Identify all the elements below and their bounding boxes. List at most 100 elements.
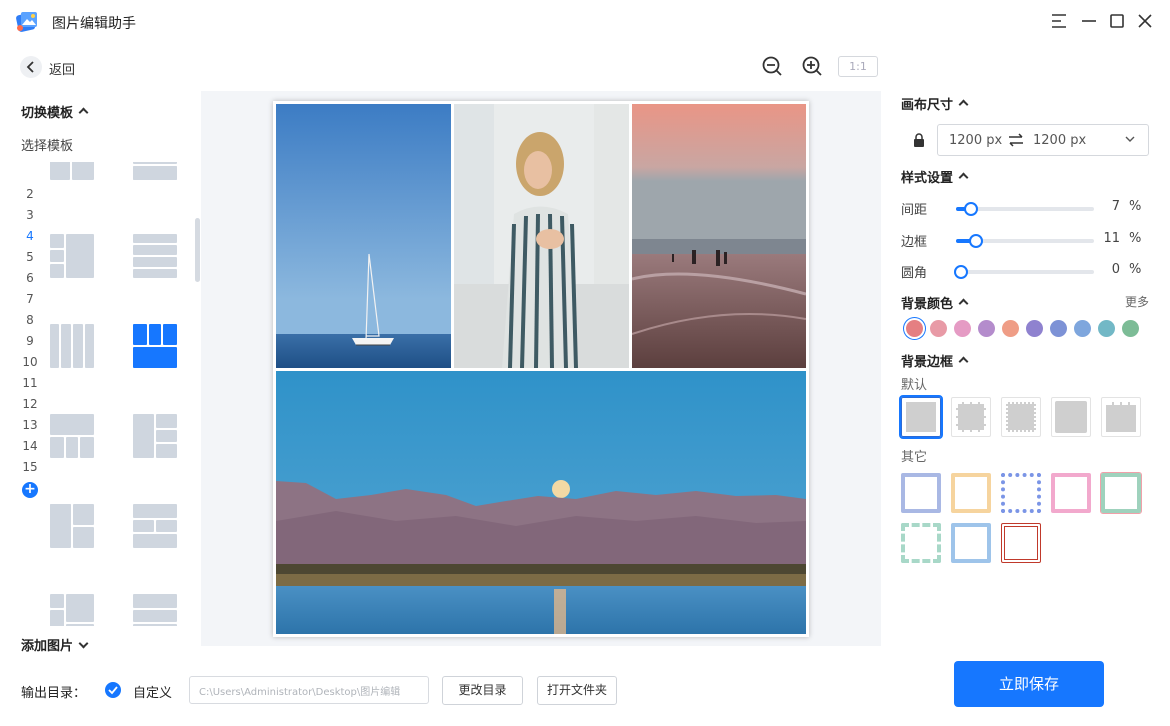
canvas-height-value: 1200 px — [1033, 133, 1087, 148]
open-folder-button[interactable]: 打开文件夹 — [537, 676, 617, 705]
slider-label: 圆角 — [901, 266, 928, 281]
image-count-item[interactable]: 2 — [18, 186, 42, 207]
template-scrollbar[interactable] — [195, 218, 200, 282]
image-count-item[interactable]: 6 — [18, 270, 42, 291]
add-images-toggle[interactable]: 添加图片 — [21, 635, 89, 654]
image-count-item[interactable]: 5 — [18, 249, 42, 270]
color-swatch[interactable] — [1002, 320, 1019, 337]
style-settings-toggle[interactable]: 样式设置 — [901, 167, 969, 186]
canvas-width-value: 1200 px — [949, 133, 1003, 148]
frame-blue[interactable] — [901, 473, 941, 513]
back-button[interactable] — [20, 56, 42, 78]
template-option[interactable] — [50, 162, 94, 180]
slider-track[interactable] — [956, 202, 1094, 216]
bg-frame-toggle[interactable]: 背景边框 — [901, 351, 969, 370]
template-option[interactable] — [50, 234, 94, 278]
image-count-item[interactable]: 15 — [18, 459, 42, 480]
close-icon[interactable] — [1136, 12, 1154, 30]
template-option[interactable] — [50, 594, 94, 626]
template-option-selected[interactable] — [133, 324, 177, 368]
menu-icon[interactable] — [1050, 12, 1068, 30]
swap-icon[interactable] — [1008, 133, 1024, 147]
slider-knob[interactable] — [963, 202, 978, 216]
frame-pink[interactable] — [1051, 473, 1091, 513]
image-count-item[interactable]: 3 — [18, 207, 42, 228]
slider-knob[interactable] — [954, 265, 968, 279]
change-dir-button[interactable]: 更改目录 — [442, 676, 523, 705]
color-swatch[interactable] — [954, 320, 971, 337]
photo-sailboat[interactable] — [276, 104, 451, 368]
save-now-button[interactable]: 立即保存 — [954, 661, 1104, 707]
frame-default-jagged[interactable] — [1001, 397, 1041, 437]
color-swatch[interactable] — [1050, 320, 1067, 337]
canvas-size-select[interactable]: 1200 px 1200 px — [937, 124, 1149, 156]
frame-floral[interactable] — [1100, 472, 1142, 514]
template-option[interactable] — [50, 414, 94, 458]
photo-mountain-lake[interactable] — [276, 371, 806, 634]
default-frames-label: 默认 — [901, 378, 928, 393]
back-label[interactable]: 返回 — [49, 59, 75, 78]
color-swatch[interactable] — [1122, 320, 1139, 337]
zoom-out-icon[interactable] — [761, 55, 783, 77]
frame-light-blue[interactable] — [951, 523, 991, 563]
slider-label: 间距 — [901, 203, 928, 218]
slider-unit: % — [1129, 199, 1142, 214]
maximize-icon[interactable] — [1108, 12, 1126, 30]
frame-red[interactable] — [1001, 523, 1041, 563]
title-bar: 图片编辑助手 — [0, 0, 1170, 42]
image-count-item[interactable]: 8 — [18, 312, 42, 333]
frame-default-plain[interactable] — [899, 395, 943, 439]
output-path-input[interactable] — [189, 676, 429, 704]
add-count-button[interactable]: + — [22, 482, 38, 498]
color-swatch[interactable] — [906, 320, 923, 337]
template-option[interactable] — [133, 162, 177, 180]
template-option[interactable] — [133, 414, 177, 458]
slider-track[interactable] — [954, 265, 1094, 279]
bg-color-title: 背景颜色 — [901, 297, 954, 312]
frame-blue-dotted[interactable] — [1001, 473, 1041, 513]
image-count-item[interactable]: 13 — [18, 417, 42, 438]
color-swatch[interactable] — [1026, 320, 1043, 337]
lock-icon[interactable] — [913, 133, 925, 147]
canvas-size-toggle[interactable]: 画布尺寸 — [901, 94, 969, 113]
slider-value: 7 — [1111, 199, 1120, 214]
image-count-item[interactable]: 12 — [18, 396, 42, 417]
frame-default-stamp[interactable] — [951, 397, 991, 437]
frame-mint[interactable] — [901, 523, 941, 563]
image-count-item[interactable]: 7 — [18, 291, 42, 312]
slider-knob[interactable] — [969, 234, 984, 248]
image-count-item[interactable]: 9 — [18, 333, 42, 354]
color-swatch[interactable] — [1098, 320, 1115, 337]
slider-track[interactable] — [956, 234, 1094, 248]
color-swatch[interactable] — [978, 320, 995, 337]
template-option[interactable] — [133, 234, 177, 278]
bg-color-toggle[interactable]: 背景颜色 — [901, 293, 969, 312]
photo-beach-sunset[interactable] — [632, 104, 806, 368]
zoom-in-icon[interactable] — [801, 55, 823, 77]
minimize-icon[interactable] — [1080, 12, 1098, 30]
select-template-label: 选择模板 — [21, 139, 74, 154]
image-count-item[interactable]: 4 — [18, 228, 42, 249]
chevron-left-icon — [26, 61, 34, 73]
template-grid — [40, 162, 200, 626]
color-swatch[interactable] — [930, 320, 947, 337]
actual-size-button[interactable]: 1:1 — [838, 56, 878, 77]
custom-dir-checkbox[interactable] — [105, 682, 121, 698]
frame-orange[interactable] — [951, 473, 991, 513]
image-count-item[interactable]: 10 — [18, 354, 42, 375]
frame-default-torn[interactable] — [1101, 397, 1141, 437]
switch-template-label: 切换模板 — [21, 106, 74, 121]
custom-dir-label[interactable]: 自定义 — [133, 682, 172, 701]
image-count-item[interactable]: 14 — [18, 438, 42, 459]
image-count-item[interactable]: 11 — [18, 375, 42, 396]
more-colors-link[interactable]: 更多 — [1125, 293, 1149, 310]
template-option[interactable] — [50, 504, 94, 548]
photo-woman[interactable] — [454, 104, 629, 368]
color-swatch[interactable] — [1074, 320, 1091, 337]
switch-template-toggle[interactable]: 切换模板 — [21, 102, 89, 121]
frame-default-rough[interactable] — [1051, 397, 1091, 437]
template-option[interactable] — [50, 324, 94, 368]
template-option[interactable] — [133, 504, 177, 548]
chevron-up-icon — [958, 298, 969, 309]
template-option[interactable] — [133, 594, 177, 626]
